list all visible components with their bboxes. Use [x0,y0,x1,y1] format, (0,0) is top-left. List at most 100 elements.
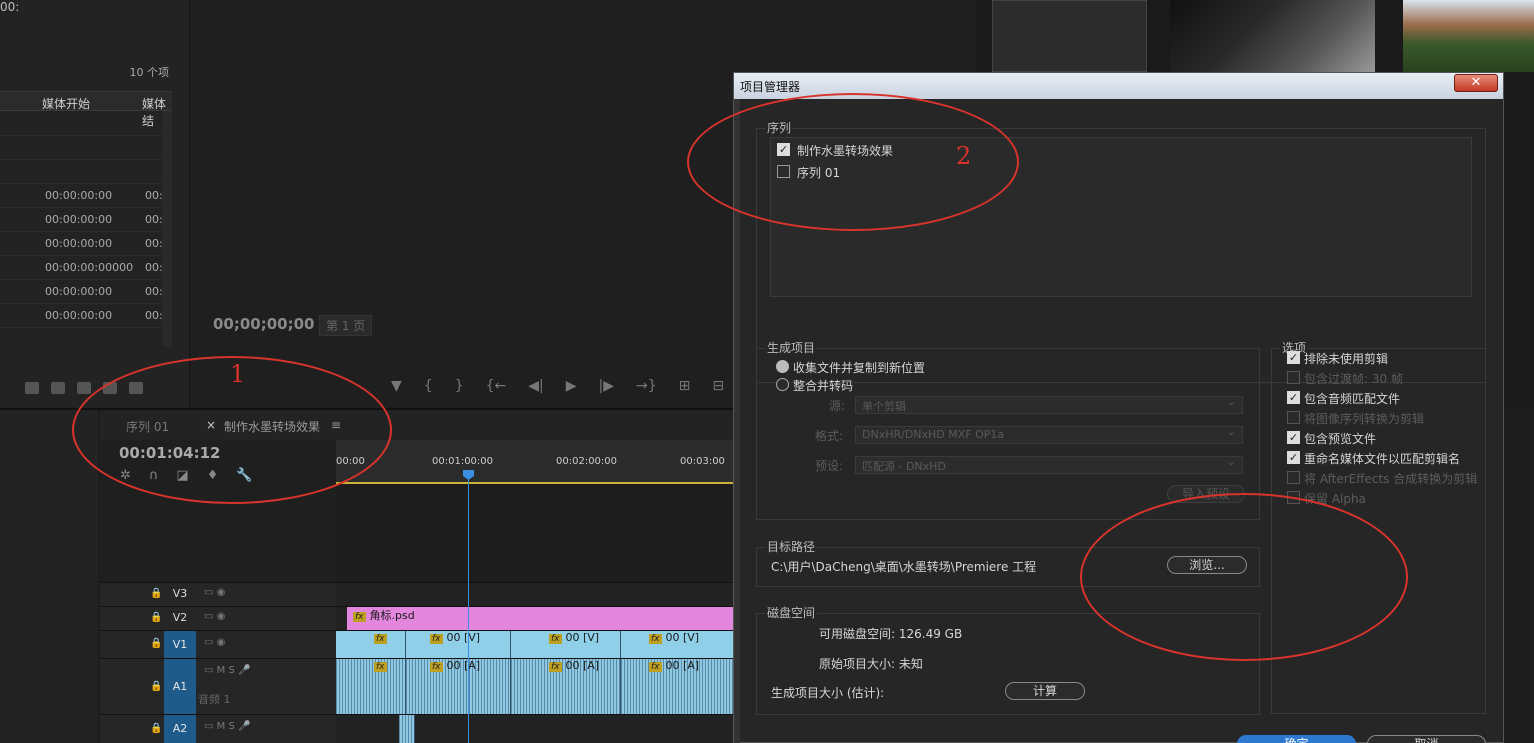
lane-v3[interactable] [336,582,736,606]
lock-icon[interactable]: 🔒 [150,638,162,649]
lane-a1[interactable]: fx fx 00 [A] fx 00 [A] fx 00 [A] [336,658,736,714]
solo-label: S [228,721,235,732]
fx-badge: fx [353,612,366,622]
fx-badge: fx [649,662,662,672]
mute-solo-icon[interactable]: ▭ M S 🎤 [204,665,250,676]
project-row[interactable]: 00:00:00:00 00: [0,280,163,304]
source-select[interactable]: 单个剪辑 [855,395,1243,414]
ruler-tick: 00:01:00:00 [432,456,494,467]
freeform-view-icon[interactable] [25,381,39,394]
track-label[interactable]: V2 [164,611,196,624]
transport-controls: ▼ {} {← ◀| ▶ |▶ →} ⊞ ⊟ [391,378,746,394]
project-row[interactable] [0,112,162,136]
clip-video[interactable]: fx [336,631,406,658]
track-header-v3: 🔒 V3 ▭ ◉ [100,582,336,606]
project-row[interactable]: 00:00:00:00 00: [0,304,163,328]
estimated-size-label: 生成项目大小 (估计): [771,686,885,700]
go-to-out-icon[interactable]: →} [636,378,657,394]
new-bin-icon[interactable] [77,381,91,394]
ok-button[interactable]: 确定 [1237,735,1356,743]
annotation-label-2: 2 [956,142,972,170]
insert-icon[interactable]: ⊞ [679,378,691,394]
project-row[interactable]: 00:00:00:00000 00: [0,256,163,280]
mark-out-icon[interactable]: } [455,378,464,394]
format-select[interactable]: DNxHR/DNxHD MXF OP1a [855,425,1243,444]
collect-label[interactable]: 收集文件并复制到新位置 [793,359,925,376]
option-label[interactable]: 包含音频匹配文件 [1304,390,1400,407]
lock-icon[interactable]: 🔒 [150,723,162,734]
project-row[interactable]: 00:00:00:00 00: [0,208,163,232]
track-header-v2: 🔒 V2 ▭ ◉ [100,606,336,630]
fx-badge: fx [649,634,662,644]
sync-lock-icon[interactable]: ▭ ◉ [204,637,225,648]
track-label[interactable]: A1 [164,659,196,714]
clip-audio[interactable]: fx 00 [A] [511,659,621,714]
sync-lock-icon[interactable]: ▭ ◉ [204,611,225,622]
fx-badge: fx [374,634,387,644]
option-checkbox[interactable]: ✓ [1287,451,1300,464]
sync-lock-icon[interactable]: ▭ ◉ [204,587,225,598]
project-row[interactable] [0,136,162,160]
mute-solo-icon[interactable]: ▭ M S 🎤 [204,721,250,732]
page-select[interactable]: 第 1 页 [319,315,373,336]
column-media-start[interactable]: 媒体开始 [42,95,90,112]
option-label[interactable]: 包含预览文件 [1304,430,1376,447]
option-checkbox[interactable]: ✓ [1287,431,1300,444]
preset-select[interactable]: 匹配源 - DNxHD [855,455,1243,474]
calculate-button[interactable]: 计算 [1005,682,1085,700]
step-back-icon[interactable]: ◀| [528,378,543,394]
clip-audio[interactable] [399,715,415,743]
option-checkbox[interactable]: ✓ [1287,391,1300,404]
track-label[interactable]: V3 [164,587,196,600]
close-button[interactable]: ✕ [1454,74,1498,92]
clip-label: 00 [A] [565,659,600,672]
project-column-header: 媒体开始 媒体结 [0,91,172,128]
option-label[interactable]: 排除未使用剪辑 [1304,350,1388,367]
cancel-button[interactable]: 取消 [1367,735,1486,743]
project-row[interactable] [0,160,162,184]
marker-icon[interactable]: ▼ [391,378,402,394]
lane-v2[interactable]: fx 角标.psd [336,606,736,630]
option-checkbox [1287,471,1300,484]
lock-icon[interactable]: 🔒 [150,681,162,692]
time-ruler[interactable]: 00:00 00:01:00:00 00:02:00:00 00:03:00 [336,440,736,484]
landscape-thumbnail [1403,0,1534,72]
mark-in-icon[interactable]: { [424,378,433,394]
media-start-value: 00:00:00:00 [45,189,113,202]
clip-label: 00 [V] [665,631,700,644]
clip-audio[interactable]: fx 00 [A] [621,659,736,714]
lock-icon[interactable]: 🔒 [150,588,162,599]
search-icon[interactable] [51,381,65,394]
track-label[interactable]: A2 [164,715,196,743]
fx-badge: fx [374,662,387,672]
clip-video[interactable]: fx 00 [V] [621,631,736,658]
media-end-value: 00: [145,213,163,226]
lock-icon[interactable]: 🔒 [150,612,162,623]
go-to-in-icon[interactable]: {← [486,378,507,394]
clip-label: 00 [V] [565,631,600,644]
project-scrollbar[interactable] [162,111,172,347]
consolidate-radio[interactable] [776,378,789,391]
overwrite-icon[interactable]: ⊟ [712,378,724,394]
clip-audio[interactable]: fx 00 [A] [406,659,511,714]
play-icon[interactable]: ▶ [566,378,577,394]
project-row[interactable]: 00:00:00:00 00: [0,232,163,256]
work-area-bar[interactable] [336,482,736,484]
option-checkbox[interactable]: ✓ [1287,351,1300,364]
monitor-timecode[interactable]: 00;00;00;00 [213,315,315,333]
video-thumbnail [1170,0,1375,72]
media-end-value: 00: [145,285,163,298]
lane-a2[interactable] [336,714,736,743]
collect-radio[interactable] [776,360,789,373]
clip-audio[interactable]: fx [336,659,406,714]
clip-psd[interactable]: fx 角标.psd [347,607,736,630]
project-row[interactable]: 00:00:00:00 00: [0,184,163,208]
clip-video[interactable]: fx 00 [V] [511,631,621,658]
lane-v1[interactable]: fx fx 00 [V] fx 00 [V] fx 00 [V] [336,630,736,658]
track-label[interactable]: V1 [164,631,196,658]
step-forward-icon[interactable]: |▶ [599,378,614,394]
consolidate-label[interactable]: 整合并转码 [793,377,853,394]
playhead-line[interactable] [468,470,469,743]
option-label[interactable]: 重命名媒体文件以匹配剪辑名 [1304,450,1460,467]
clip-video[interactable]: fx 00 [V] [406,631,511,658]
